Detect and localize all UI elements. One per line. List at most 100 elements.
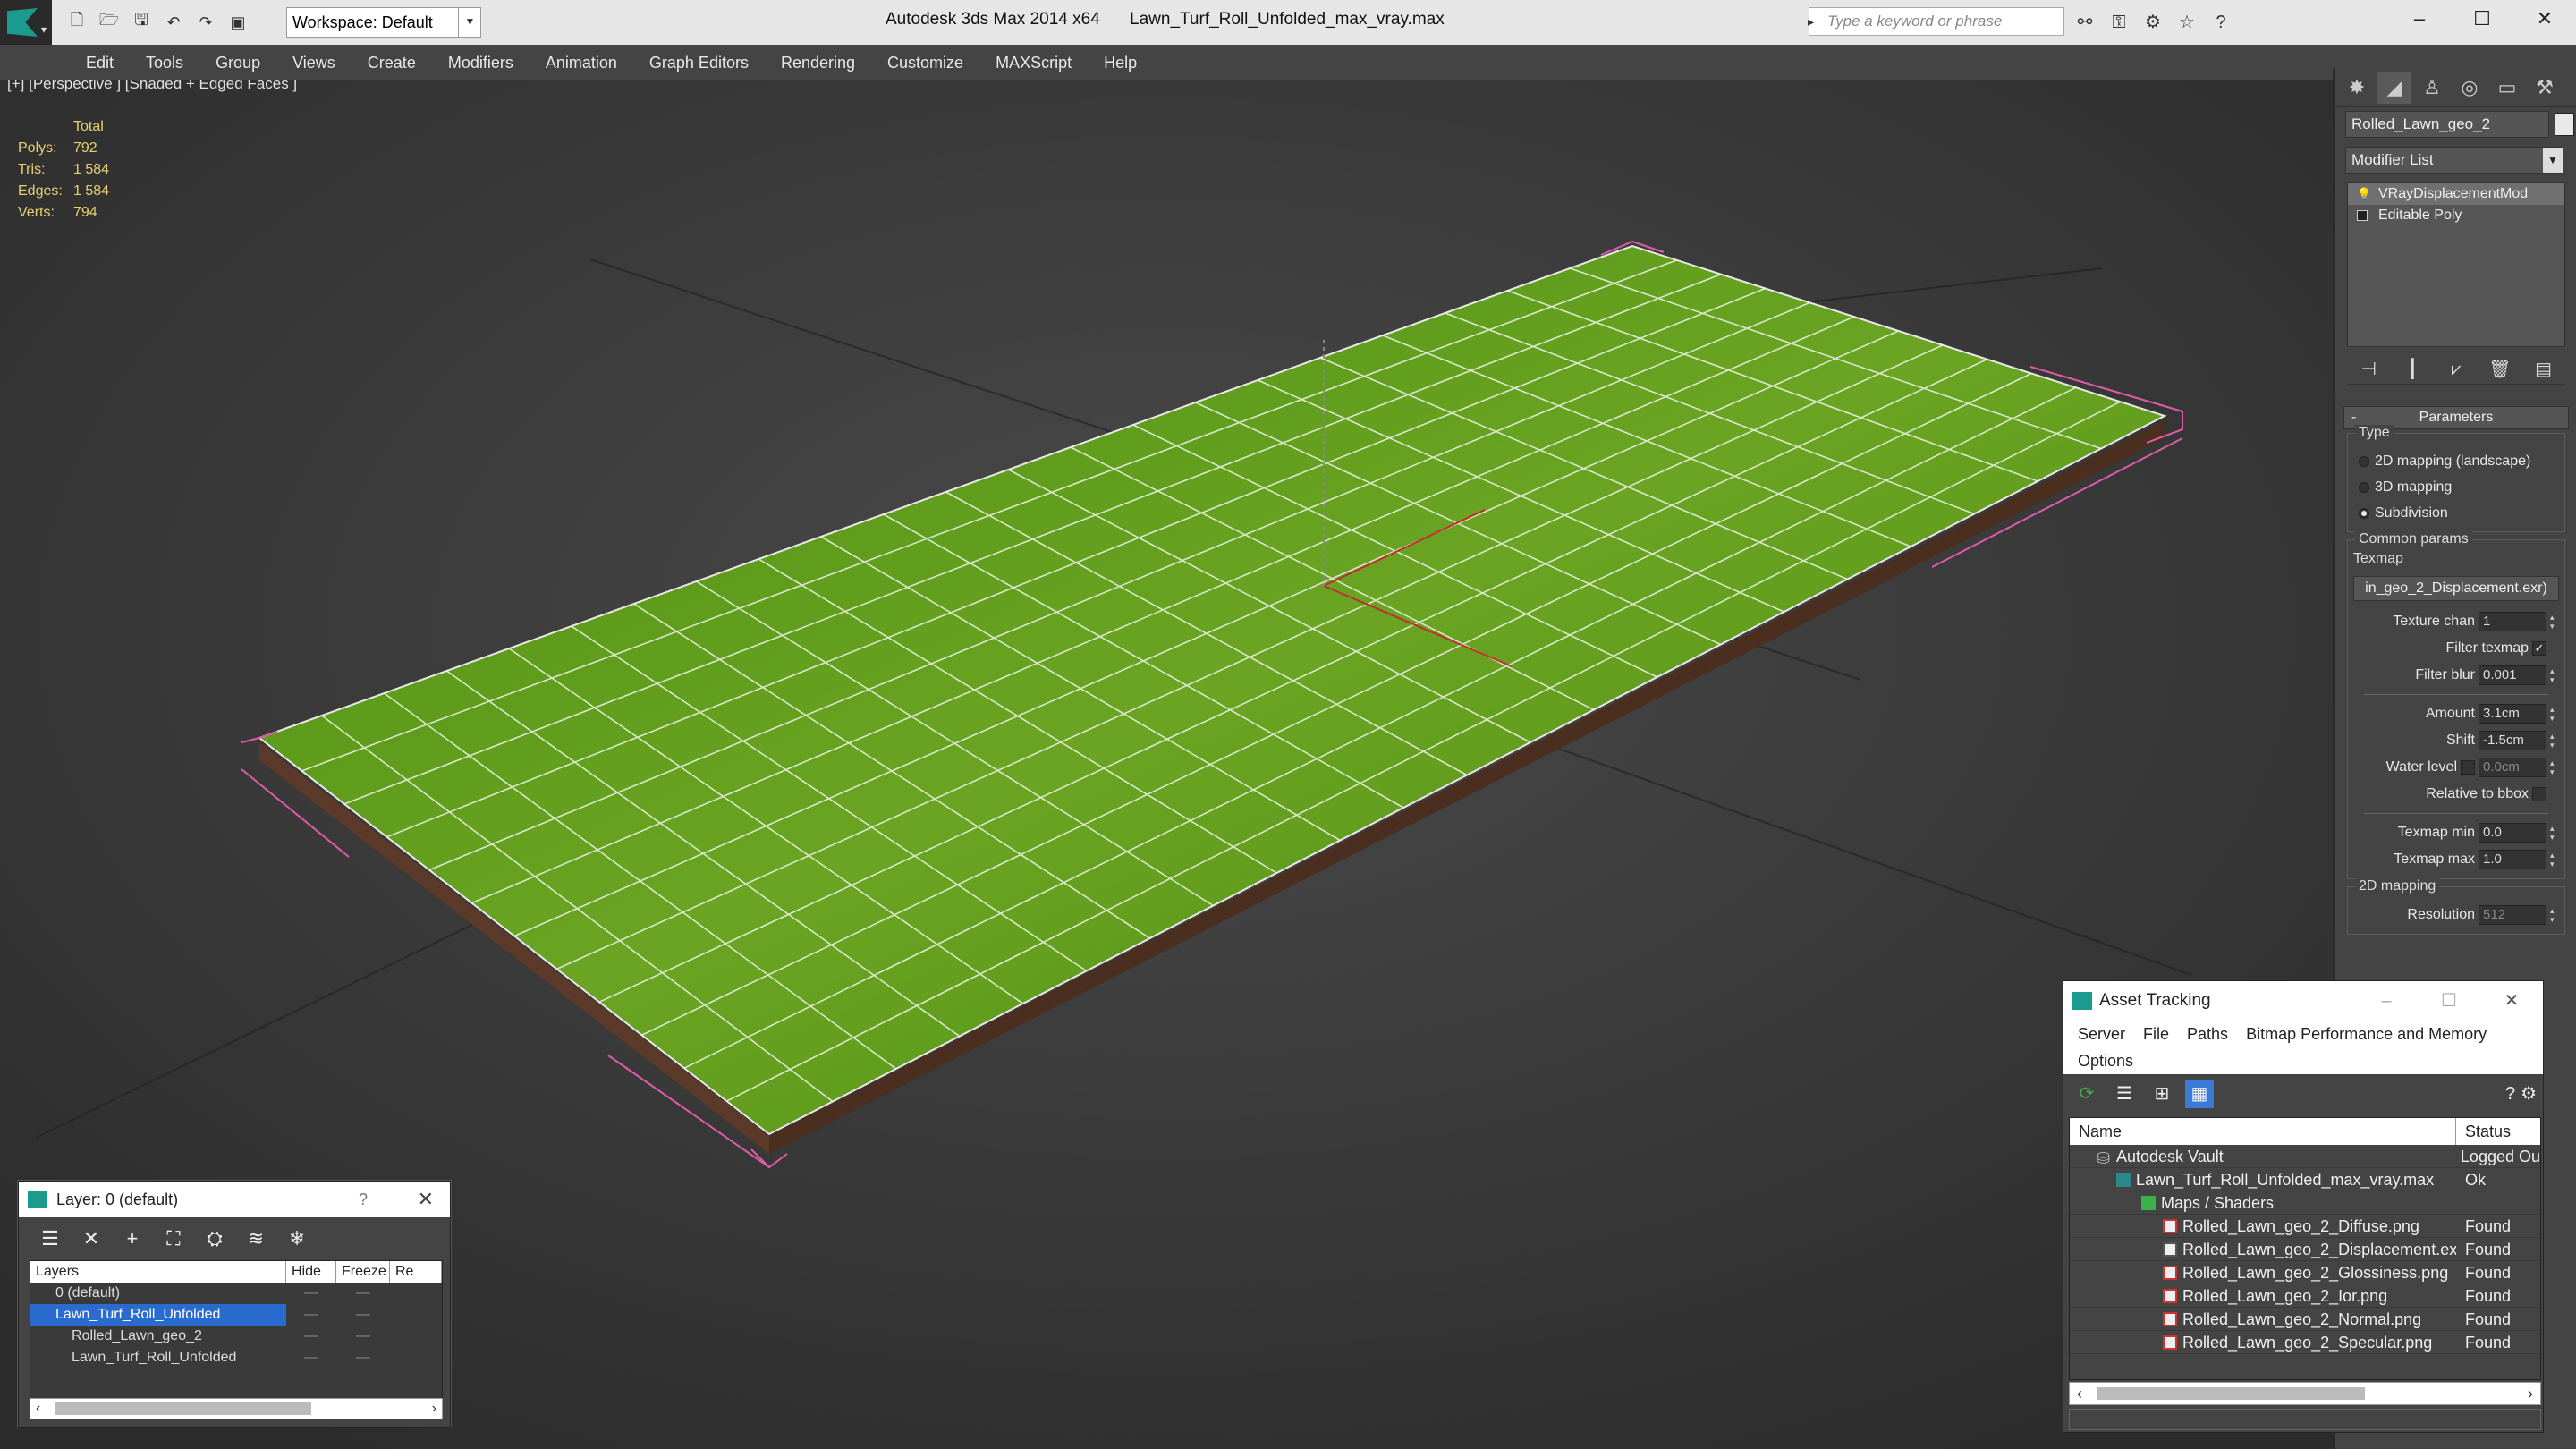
display-tab-icon[interactable]: ▭ (2490, 72, 2524, 104)
utilities-tab-icon[interactable]: ⚒ (2528, 72, 2562, 104)
layer-object-name[interactable]: Lawn_Turf_Roll_Unfolded (30, 1347, 286, 1368)
minimize-button[interactable]: – (2388, 0, 2451, 38)
filter-texmap-checkbox[interactable]: ✓ (2532, 641, 2546, 656)
scroll-left-icon[interactable]: ‹ (36, 1399, 40, 1419)
object-color-swatch[interactable] (2555, 113, 2574, 136)
remove-modifier-icon[interactable]: 🗑 (2485, 356, 2515, 383)
help-icon[interactable]: ? (2207, 9, 2234, 36)
col-freeze[interactable]: Freeze (336, 1261, 390, 1283)
open-file-icon[interactable]: 🗁 (95, 9, 123, 36)
layer-freeze[interactable]: — (336, 1304, 390, 1326)
create-tab-icon[interactable]: ✸ (2340, 72, 2374, 104)
menu-views[interactable]: Views (276, 54, 352, 72)
maximize-button[interactable]: ☐ (2451, 0, 2513, 38)
star-icon[interactable]: ☆ (2174, 9, 2200, 36)
modify-tab-icon[interactable]: ◢ (2377, 72, 2411, 104)
menu-tools[interactable]: Tools (130, 54, 199, 72)
menu-rendering[interactable]: Rendering (765, 54, 871, 72)
pin-stack-icon[interactable]: ⊣ (2353, 356, 2384, 383)
scroll-thumb[interactable] (55, 1402, 311, 1415)
highlight-layer-icon[interactable]: ⛭ (199, 1224, 230, 1254)
layer-name[interactable]: 0 (default) (30, 1283, 286, 1304)
spinner-arrows-icon[interactable]: ▴ ▾ (2550, 851, 2559, 869)
app-menu-button[interactable]: ▾ (0, 0, 52, 45)
hide-all-icon[interactable]: ≋ (241, 1224, 271, 1254)
menu-modifiers[interactable]: Modifiers (432, 54, 530, 72)
menu-edit[interactable]: Edit (70, 54, 130, 72)
spinner-arrows-icon[interactable]: ▴ ▾ (2550, 758, 2559, 776)
make-unique-icon[interactable]: ⩗ (2441, 356, 2471, 383)
menu-group[interactable]: Group (199, 54, 276, 72)
menu-customize[interactable]: Customize (871, 54, 979, 72)
save-file-icon[interactable]: 🖫 (127, 9, 156, 36)
layer-freeze[interactable]: — (336, 1347, 390, 1368)
viewport-label[interactable]: [+] [Perspective ] [Shaded + Edged Faces… (7, 80, 297, 93)
water-level-spinner[interactable]: 0.0cm (2479, 758, 2546, 777)
key-icon[interactable]: ⚿ (2106, 9, 2132, 36)
modifier-list-dropdown[interactable]: Modifier List ▼ (2345, 147, 2563, 174)
asset-row[interactable]: ⛁ Autodesk Vault Logged Ou (2070, 1145, 2540, 1168)
col-hide[interactable]: Hide (286, 1261, 336, 1283)
shift-spinner[interactable]: -1.5cm (2479, 731, 2546, 750)
water-level-checkbox[interactable] (2461, 760, 2475, 775)
asset-path-field[interactable] (2069, 1409, 2541, 1430)
menu-help[interactable]: Help (1088, 54, 1153, 72)
texmap-max-spinner[interactable]: 1.0 (2479, 850, 2546, 869)
relative-bbox-checkbox[interactable] (2532, 787, 2546, 801)
layer-hide[interactable]: — (286, 1283, 336, 1304)
filter-blur-spinner[interactable]: 0.001 (2479, 665, 2546, 685)
asset-row[interactable]: Rolled_Lawn_geo_2_Ior.png Found (2070, 1284, 2540, 1308)
settings-icon[interactable]: ⚙ (2521, 1080, 2537, 1108)
refresh-icon[interactable]: ⟳ (2072, 1080, 2101, 1108)
layer-horizontal-scrollbar[interactable]: ‹ › (30, 1398, 443, 1419)
layer-hide[interactable]: — (286, 1326, 336, 1347)
menu-maxscript[interactable]: MAXScript (979, 54, 1088, 72)
delete-layer-icon[interactable]: ✕ (76, 1224, 106, 1254)
search-input[interactable]: Type a keyword or phrase (1808, 7, 2064, 36)
show-end-result-icon[interactable]: ┃ (2397, 356, 2428, 383)
layer-object-name[interactable]: Rolled_Lawn_geo_2 (30, 1326, 286, 1347)
stack-item[interactable]: Editable Poly (2348, 205, 2564, 226)
add-to-layer-icon[interactable]: + (117, 1224, 148, 1254)
scroll-thumb[interactable] (2097, 1387, 2365, 1400)
close-button[interactable]: ✕ (418, 1182, 434, 1217)
asset-row[interactable]: Rolled_Lawn_geo_2_Diffuse.png Found (2070, 1215, 2540, 1238)
lightbulb-icon[interactable]: 💡 (2357, 183, 2371, 200)
minimize-button[interactable]: – (2355, 981, 2418, 1021)
workspace-dropdown-icon[interactable]: ▼ (458, 7, 481, 38)
col-layers[interactable]: Layers (30, 1261, 286, 1283)
binoculars-icon[interactable]: ⚯ (2072, 9, 2098, 36)
texmap-button[interactable]: in_geo_2_Displacement.exr) (2353, 576, 2559, 601)
col-status[interactable]: Status (2456, 1118, 2511, 1145)
asset-row[interactable]: Lawn_Turf_Roll_Unfolded_max_vray.max Ok (2070, 1168, 2540, 1191)
layer-row[interactable]: Rolled_Lawn_geo_2 — — (30, 1326, 442, 1347)
configure-sets-icon[interactable]: ▤ (2529, 356, 2559, 383)
menu-paths[interactable]: Paths (2178, 1021, 2237, 1047)
layer-row[interactable]: Lawn_Turf_Roll_Unfolded — — (30, 1347, 442, 1368)
project-folder-icon[interactable]: ▣ (224, 9, 252, 36)
col-render[interactable]: Re (390, 1261, 442, 1283)
texture-chan-spinner[interactable]: 1 (2479, 612, 2546, 631)
stack-item[interactable]: 💡 VRayDisplacementMod (2348, 183, 2564, 205)
asset-row[interactable]: Rolled_Lawn_geo_2_Specular.png Found (2070, 1331, 2540, 1354)
spinner-arrows-icon[interactable]: ▴ ▾ (2550, 906, 2559, 924)
scroll-right-icon[interactable]: › (2528, 1383, 2533, 1404)
layer-name[interactable]: Lawn_Turf_Roll_Unfolded (30, 1304, 286, 1326)
spinner-arrows-icon[interactable]: ▴ ▾ (2550, 824, 2559, 842)
asset-row[interactable]: Rolled_Lawn_geo_2_Glossiness.png Found (2070, 1261, 2540, 1284)
layer-hide[interactable]: — (286, 1304, 336, 1326)
select-objects-icon[interactable]: ⛶ (158, 1224, 189, 1254)
menu-options[interactable]: Options (2069, 1047, 2142, 1074)
object-name-field[interactable]: Rolled_Lawn_geo_2 (2345, 111, 2549, 138)
asset-horizontal-scrollbar[interactable]: ‹ › (2069, 1382, 2541, 1405)
undo-icon[interactable]: ↶ (159, 9, 188, 36)
layer-row[interactable]: 0 (default) — — (30, 1283, 442, 1304)
radio-subdivision[interactable]: Subdivision (2353, 500, 2559, 526)
close-button[interactable]: ✕ (2480, 981, 2543, 1021)
asset-tracking-titlebar[interactable]: Asset Tracking – ☐ ✕ (2063, 981, 2543, 1021)
freeze-all-icon[interactable]: ❄ (282, 1224, 312, 1254)
scroll-left-icon[interactable]: ‹ (2077, 1383, 2082, 1404)
spinner-arrows-icon[interactable]: ▴ ▾ (2550, 613, 2559, 631)
col-name[interactable]: Name (2070, 1118, 2456, 1145)
menu-graph-editors[interactable]: Graph Editors (633, 54, 765, 72)
